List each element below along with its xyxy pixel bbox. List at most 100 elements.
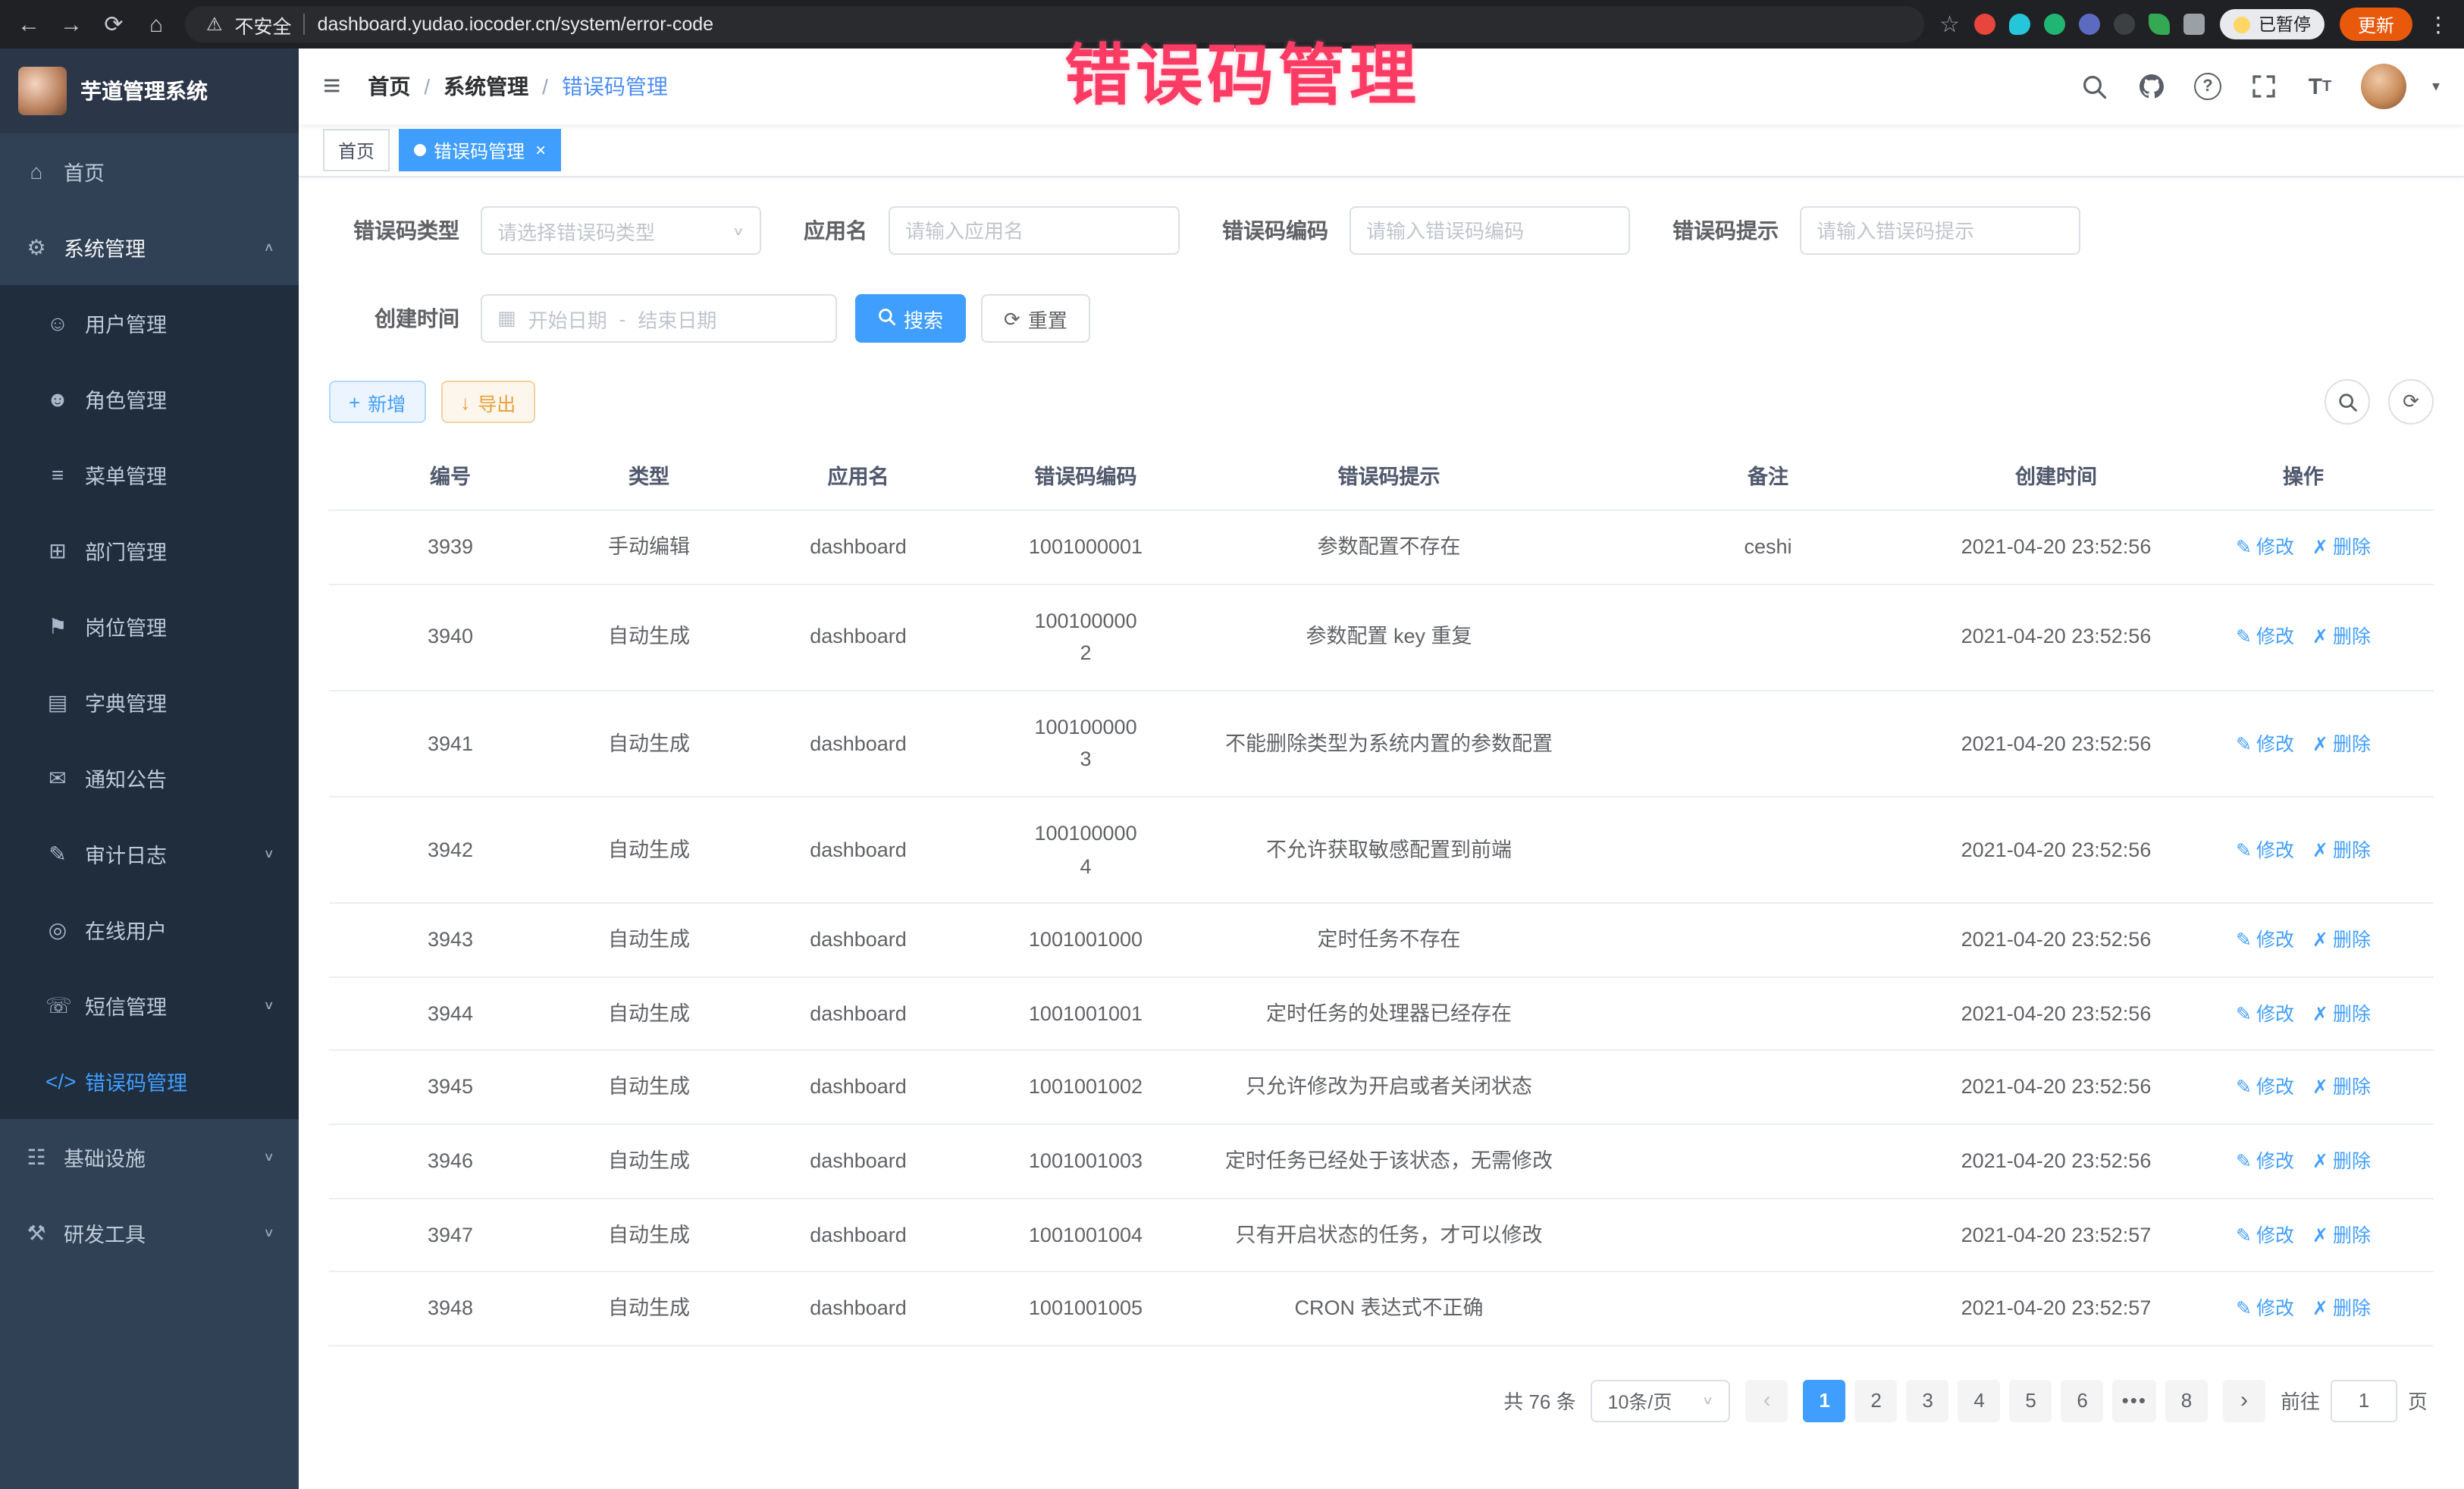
extension-icon[interactable]: [2045, 14, 2066, 35]
browser-forward-icon[interactable]: →: [58, 11, 85, 37]
user-icon: ☺: [45, 311, 70, 335]
app-logo-row[interactable]: 芋道管理系统: [0, 49, 299, 133]
extension-icon[interactable]: [2010, 14, 2031, 35]
sidebar-item-error-code[interactable]: </>错误码管理: [0, 1043, 299, 1119]
extension-icon[interactable]: [2080, 14, 2101, 35]
chevron-down-icon[interactable]: ▾: [2432, 78, 2440, 95]
edit-link[interactable]: ✎修改: [2236, 729, 2294, 759]
edit-link[interactable]: ✎修改: [2236, 1146, 2294, 1177]
prev-page-button[interactable]: ‹: [1746, 1379, 1788, 1422]
app-logo: [18, 67, 67, 115]
cell-remark: [1597, 1198, 1939, 1271]
sidebar-item-sms[interactable]: ☏短信管理∨: [0, 967, 299, 1043]
reset-button[interactable]: ⟳ 重置: [981, 294, 1090, 343]
delete-link[interactable]: ✗删除: [2312, 1293, 2371, 1324]
delete-link[interactable]: ✗删除: [2312, 1220, 2371, 1250]
extension-icon[interactable]: [1975, 14, 1996, 35]
page-button-5[interactable]: 5: [2010, 1379, 2052, 1422]
delete-link[interactable]: ✗删除: [2312, 999, 2371, 1030]
delete-link[interactable]: ✗删除: [2312, 835, 2371, 866]
sidebar-item-notice[interactable]: ✉通知公告: [0, 740, 299, 816]
page-button-8[interactable]: 8: [2165, 1379, 2208, 1422]
goto-page-input[interactable]: [2331, 1379, 2397, 1422]
address-bar[interactable]: ⚠ 不安全 dashboard.yudao.iocoder.cn/system/…: [185, 6, 1924, 42]
bookmark-star-icon[interactable]: ☆: [1939, 11, 1960, 38]
delete-link[interactable]: ✗删除: [2312, 1146, 2371, 1177]
sidebar-item-role[interactable]: ☻角色管理: [0, 361, 299, 437]
tag-home[interactable]: 首页: [323, 129, 390, 171]
github-icon[interactable]: [2136, 71, 2167, 102]
cell-app-name: dashboard: [726, 1198, 990, 1271]
edit-link[interactable]: ✎修改: [2236, 999, 2294, 1030]
app-name-input[interactable]: [889, 206, 1180, 255]
breadcrumb-separator: /: [424, 74, 430, 99]
tag-error-code[interactable]: 错误码管理 ×: [399, 129, 561, 171]
edit-link[interactable]: ✎修改: [2236, 1220, 2294, 1250]
tags-view: 首页 错误码管理 ×: [299, 124, 2464, 177]
sidebar-item-system[interactable]: ⚙系统管理∧: [0, 209, 299, 285]
sidebar-item-devtools[interactable]: ⚒研发工具∨: [0, 1195, 299, 1271]
extension-icon[interactable]: [2114, 14, 2136, 35]
sidebar-item-infra[interactable]: ☷基础设施∨: [0, 1119, 299, 1195]
goto-label: 前往: [2281, 1386, 2320, 1415]
error-code-input[interactable]: [1350, 206, 1630, 255]
page-more-button[interactable]: •••: [2113, 1379, 2156, 1422]
next-page-button[interactable]: ›: [2223, 1379, 2265, 1422]
error-type-select[interactable]: 请选择错误码类型 ∨: [481, 206, 761, 255]
sidebar-item-user[interactable]: ☺用户管理: [0, 285, 299, 361]
breadcrumb-system[interactable]: 系统管理: [444, 71, 528, 102]
hamburger-icon[interactable]: ≡: [323, 71, 340, 102]
page-size-value: 10条/页: [1608, 1386, 1672, 1415]
error-message-input[interactable]: [1800, 206, 2080, 255]
browser-menu-icon[interactable]: ⋮: [2428, 11, 2449, 37]
edit-link[interactable]: ✎修改: [2236, 622, 2294, 653]
add-button[interactable]: + 新增: [329, 381, 425, 423]
page-button-1[interactable]: 1: [1804, 1379, 1846, 1422]
edit-link[interactable]: ✎修改: [2236, 1073, 2294, 1103]
paused-badge[interactable]: 已暂停: [2221, 9, 2324, 39]
breadcrumb-home[interactable]: 首页: [368, 71, 410, 102]
page-button-3[interactable]: 3: [1907, 1379, 1949, 1422]
page-button-2[interactable]: 2: [1855, 1379, 1898, 1422]
delete-link[interactable]: ✗删除: [2312, 729, 2371, 759]
edit-link[interactable]: ✎修改: [2236, 835, 2294, 866]
delete-link[interactable]: ✗删除: [2312, 532, 2371, 563]
edit-link[interactable]: ✎修改: [2236, 1293, 2294, 1324]
extensions-puzzle-icon[interactable]: [2184, 14, 2205, 35]
user-avatar[interactable]: [2361, 64, 2406, 109]
sidebar-item-online[interactable]: ◎在线用户: [0, 892, 299, 967]
delete-link[interactable]: ✗删除: [2312, 1073, 2371, 1103]
toolbar: + 新增 ↓ 导出 ⟳: [329, 379, 2434, 425]
page-button-4[interactable]: 4: [1958, 1379, 2001, 1422]
browser-back-icon[interactable]: ←: [15, 11, 42, 37]
sidebar-item-label: 字典管理: [85, 687, 167, 717]
font-size-icon[interactable]: TT: [2305, 71, 2335, 102]
edit-link[interactable]: ✎修改: [2236, 925, 2294, 955]
extension-icon[interactable]: [2149, 14, 2171, 35]
date-range-picker[interactable]: ▦ 开始日期 - 结束日期: [481, 294, 837, 343]
browser-reload-icon[interactable]: ⟳: [100, 11, 127, 38]
sidebar-item-home[interactable]: ⌂首页: [0, 133, 299, 209]
page-size-select[interactable]: 10条/页 ∨: [1591, 1379, 1731, 1422]
browser-home-icon[interactable]: ⌂: [143, 11, 170, 37]
help-icon[interactable]: ?: [2193, 71, 2223, 102]
delete-link[interactable]: ✗删除: [2312, 622, 2371, 653]
cell-error-message: 定时任务的处理器已经存在: [1181, 977, 1597, 1051]
fullscreen-icon[interactable]: [2249, 71, 2279, 102]
browser-chrome: ← → ⟳ ⌂ ⚠ 不安全 dashboard.yudao.iocoder.cn…: [0, 0, 2464, 49]
browser-update-button[interactable]: 更新: [2340, 8, 2412, 41]
sidebar-item-menu[interactable]: ≡菜单管理: [0, 437, 299, 513]
search-icon[interactable]: [2080, 71, 2111, 102]
search-button[interactable]: 搜索: [855, 294, 966, 343]
toggle-search-button[interactable]: [2324, 379, 2370, 425]
page-button-6[interactable]: 6: [2061, 1379, 2104, 1422]
sidebar-item-dept[interactable]: ⊞部门管理: [0, 513, 299, 588]
close-icon[interactable]: ×: [535, 139, 546, 161]
refresh-table-button[interactable]: ⟳: [2388, 379, 2434, 425]
sidebar-item-dict[interactable]: ▤字典管理: [0, 664, 299, 740]
export-button[interactable]: ↓ 导出: [440, 381, 535, 423]
delete-link[interactable]: ✗删除: [2312, 925, 2371, 955]
sidebar-item-audit[interactable]: ✎审计日志∨: [0, 816, 299, 892]
edit-link[interactable]: ✎修改: [2236, 532, 2294, 563]
sidebar-item-post[interactable]: ⚑岗位管理: [0, 588, 299, 664]
